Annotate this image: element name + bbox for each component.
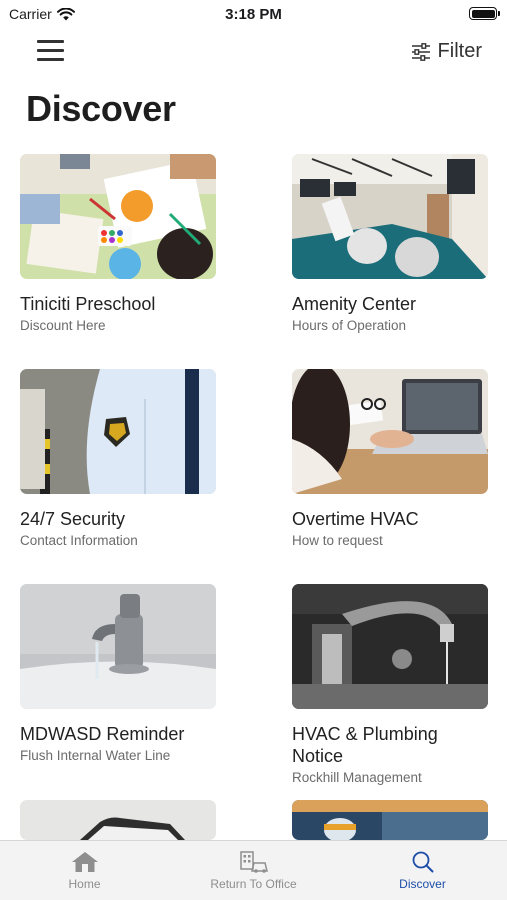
filter-button[interactable]: Filter [411,40,482,63]
card-amenity-center[interactable]: Amenity Center Hours of Operation [292,154,488,335]
tab-label: Discover [399,877,446,891]
card-title: Overtime HVAC [292,509,419,529]
card-title: 24/7 Security [20,509,126,529]
card-security[interactable]: 24/7 Security Contact Information [20,369,216,550]
card-title: HVAC & Plumbing Notice [292,724,438,766]
tab-return-to-office[interactable]: Return To Office [169,841,338,900]
battery-icon [469,7,500,20]
status-bar: Carrier 3:18 PM [0,0,507,30]
card-overtime-hvac[interactable]: Overtime HVAC How to request [292,369,488,550]
security-image [20,369,216,494]
tab-bar: Home Return To Office Discover [0,840,507,900]
card-partial-right[interactable] [292,800,488,840]
card-mdwasd-reminder[interactable]: MDWASD Reminder Flush Internal Water Lin… [20,584,216,765]
card-subtitle: How to request [292,533,383,548]
home-icon [71,852,98,872]
card-subtitle: Discount Here [20,318,106,333]
status-time: 3:18 PM [225,6,282,23]
faucet-image [20,584,216,709]
tablet-image [20,800,216,840]
card-subtitle: Hours of Operation [292,318,407,333]
preschool-image [20,154,216,279]
card-subtitle: Rockhill Management [292,770,422,785]
tab-home[interactable]: Home [0,841,169,900]
plumbing-image [292,584,488,709]
menu-button[interactable] [37,40,64,64]
filter-label: Filter [437,40,482,62]
technician-image [292,800,488,840]
card-subtitle: Flush Internal Water Line [20,748,171,763]
search-icon [412,851,433,873]
card-tiniciti-preschool[interactable]: Tiniciti Preschool Discount Here [20,154,216,335]
hamburger-icon [37,40,64,43]
amenity-center-image [292,154,488,279]
card-title: Tiniciti Preschool [20,294,156,314]
card-title: MDWASD Reminder [20,724,185,744]
overtime-hvac-image [292,369,488,494]
page-title: Discover [26,88,176,129]
card-hvac-plumbing-notice[interactable]: HVAC & Plumbing Notice Rockhill Manageme… [292,584,488,787]
card-partial-left[interactable] [20,800,216,840]
tab-label: Home [68,877,101,891]
tab-label: Return To Office [210,877,297,891]
tab-discover[interactable]: Discover [338,841,507,900]
card-subtitle: Contact Information [20,533,138,548]
office-icon [239,851,268,873]
card-title: Amenity Center [292,294,417,314]
sliders-icon [411,42,430,61]
